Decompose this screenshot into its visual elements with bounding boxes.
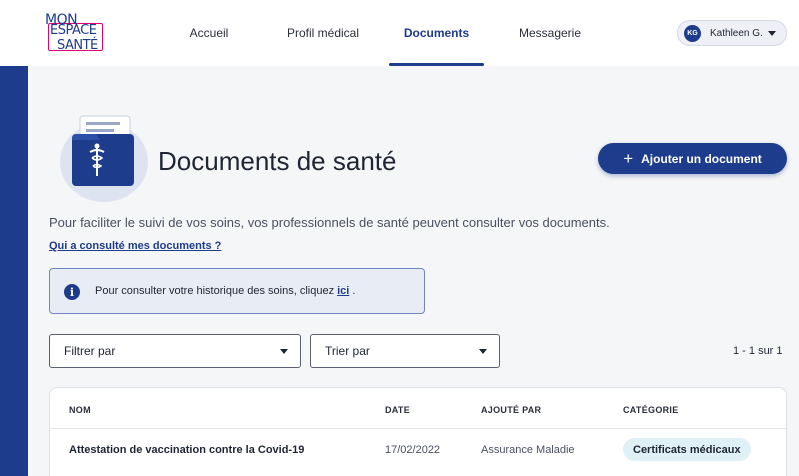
chevron-down-icon: [280, 349, 288, 354]
history-link[interactable]: ici: [337, 285, 349, 297]
filter-select-label: Filtrer par: [64, 344, 116, 358]
sort-select[interactable]: Trier par: [310, 334, 500, 368]
logo-line-3: SANTÉ: [57, 38, 98, 53]
add-document-label: Ajouter un document: [641, 151, 762, 166]
info-text-after: .: [349, 285, 356, 297]
nav-messagerie-label: Messagerie: [518, 26, 582, 40]
nav-accueil[interactable]: Accueil: [176, 0, 242, 66]
document-date: 17/02/2022: [385, 444, 441, 456]
filter-select[interactable]: Filtrer par: [49, 334, 301, 368]
info-icon: i: [64, 284, 80, 300]
page-title: Documents de santé: [158, 146, 397, 176]
document-added-by: Assurance Maladie: [481, 444, 575, 456]
chevron-down-icon: [479, 349, 487, 354]
top-header: MON ESPACE SANTÉ Accueil Profil médical …: [0, 0, 799, 66]
nav-accueil-label: Accueil: [189, 26, 229, 40]
documents-folder-icon: [60, 115, 148, 202]
results-count: 1 - 1 sur 1: [733, 345, 783, 357]
nav-profil-medical-label: Profil médical: [286, 26, 360, 40]
nav-profil-medical[interactable]: Profil médical: [277, 0, 369, 66]
documents-table: [49, 387, 787, 476]
who-consulted-link[interactable]: Qui a consulté mes documents ?: [49, 240, 221, 252]
row-divider: [50, 428, 786, 429]
info-text-before: Pour consulter votre historique des soin…: [95, 285, 338, 297]
mon-espace-sante-logo[interactable]: MON ESPACE SANTÉ: [45, 13, 105, 55]
plus-icon: +: [623, 149, 634, 168]
category-badge: Certificats médicaux: [623, 438, 751, 461]
column-header-added-by: AJOUTÉ PAR: [481, 405, 542, 415]
left-side-band: [0, 66, 28, 476]
logo-line-2: ESPACE: [50, 23, 97, 38]
add-document-button[interactable]: + Ajouter un document: [598, 143, 787, 174]
column-header-name: NOM: [69, 405, 91, 415]
nav-messagerie[interactable]: Messagerie: [510, 0, 590, 66]
sort-select-label: Trier par: [325, 344, 370, 358]
avatar: KG: [684, 24, 701, 42]
nav-documents-label: Documents: [403, 26, 470, 40]
column-header-category: CATÉGORIE: [623, 405, 679, 415]
info-banner: i Pour consulter votre historique des so…: [49, 268, 425, 314]
user-menu-button[interactable]: KG Kathleen G.: [677, 20, 787, 46]
user-name: Kathleen G.: [710, 27, 763, 39]
column-header-date: DATE: [385, 405, 411, 415]
nav-documents[interactable]: Documents: [389, 0, 484, 66]
document-name-link[interactable]: Attestation de vaccination contre la Cov…: [69, 444, 304, 456]
intro-text: Pour faciliter le suivi de vos soins, vo…: [49, 215, 610, 230]
chevron-down-icon: [767, 30, 776, 36]
info-text: Pour consulter votre historique des soin…: [95, 285, 355, 297]
